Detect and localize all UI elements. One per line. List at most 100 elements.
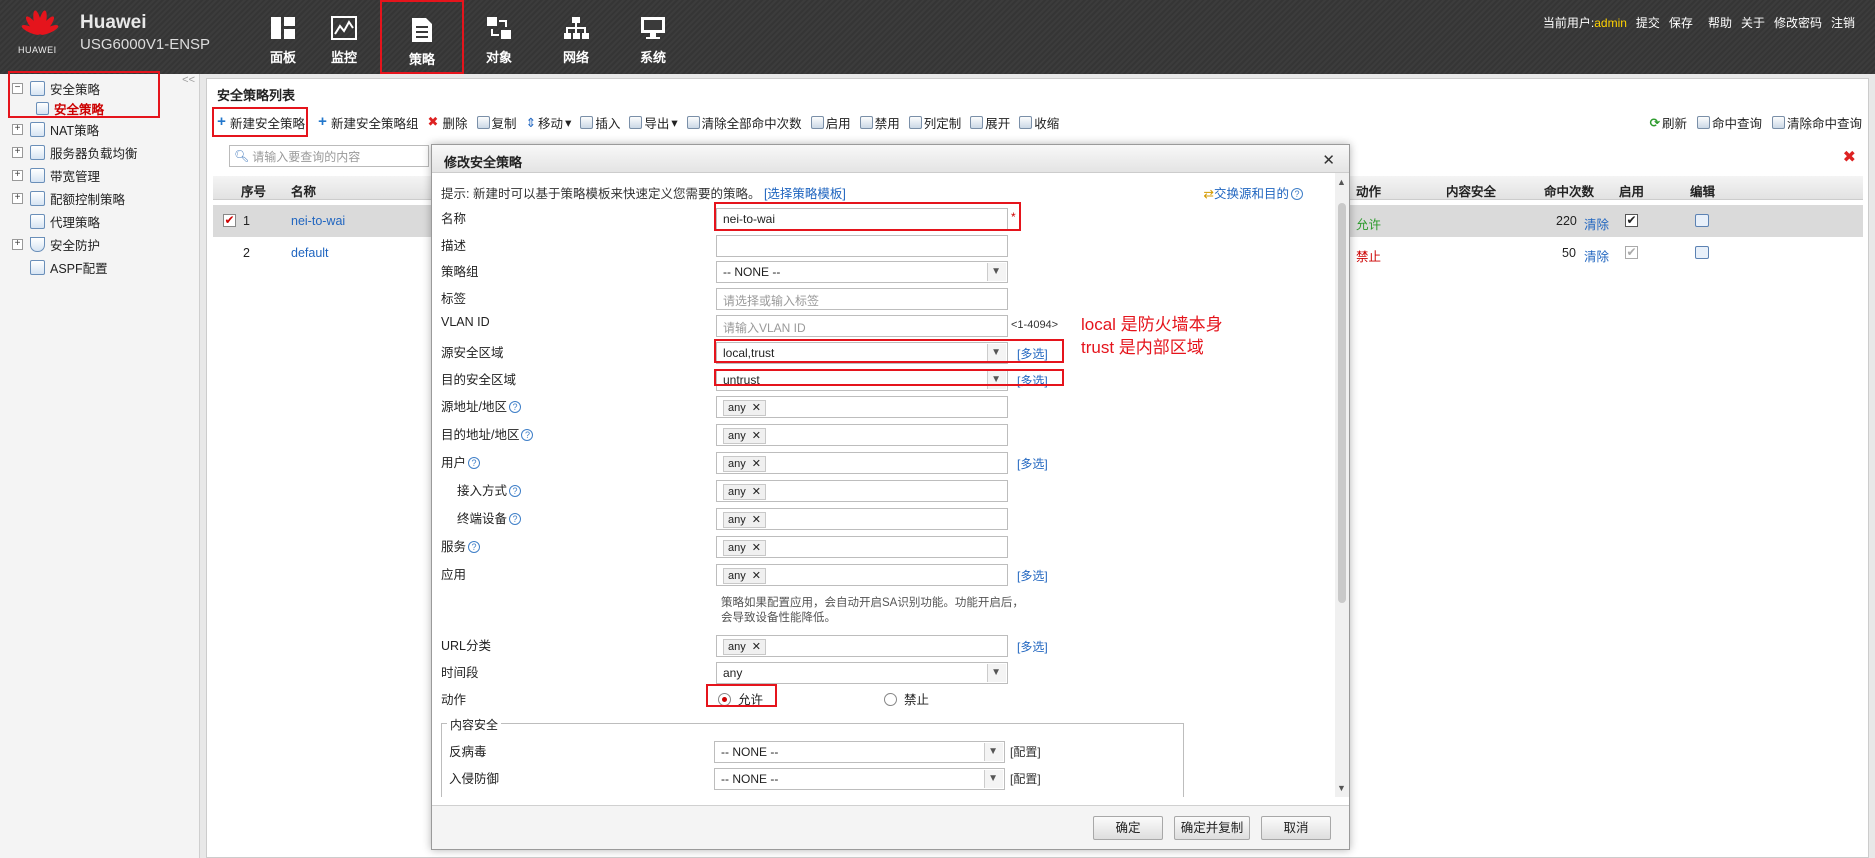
about-link[interactable]: 关于 bbox=[1741, 14, 1765, 31]
col-enable[interactable]: 启用 bbox=[1619, 181, 1644, 200]
nav-policy[interactable]: 策略 bbox=[380, 0, 464, 74]
expand-tree-icon[interactable]: + bbox=[12, 146, 23, 158]
row-checkbox[interactable]: ✔ bbox=[223, 214, 236, 227]
expand-tree-icon[interactable]: + bbox=[12, 169, 23, 181]
access-mode-field[interactable]: any ✕ bbox=[716, 480, 1008, 502]
destination-address-field[interactable]: any ✕ bbox=[716, 424, 1008, 446]
help-icon[interactable]: ? bbox=[1291, 188, 1303, 200]
remove-tag-icon[interactable]: ✕ bbox=[752, 486, 761, 498]
new-policy-group-button[interactable]: + 新建安全策略组 bbox=[316, 113, 418, 132]
help-icon[interactable]: ? bbox=[509, 485, 522, 497]
collapse-tree-icon[interactable]: − bbox=[12, 82, 23, 94]
help-icon[interactable]: ? bbox=[521, 429, 534, 441]
expand-tree-icon[interactable]: + bbox=[12, 123, 23, 135]
col-content-security[interactable]: 内容安全 bbox=[1446, 181, 1496, 200]
application-multiselect-link[interactable]: [多选] bbox=[1017, 567, 1048, 584]
collapse-sidebar-button[interactable]: << bbox=[182, 74, 195, 86]
edit-icon[interactable] bbox=[1695, 214, 1709, 227]
destination-zone-multiselect-link[interactable]: [多选] bbox=[1017, 372, 1048, 389]
col-no[interactable]: 序号 bbox=[241, 181, 266, 200]
edit-icon[interactable] bbox=[1695, 246, 1709, 259]
col-edit[interactable]: 编辑 bbox=[1690, 181, 1715, 200]
url-multiselect-link[interactable]: [多选] bbox=[1017, 638, 1048, 655]
scroll-down-icon[interactable]: ▼ bbox=[1337, 783, 1346, 793]
clear-hits-button[interactable]: 清除全部命中次数 bbox=[686, 113, 802, 132]
enable-checkbox[interactable]: ✔ bbox=[1625, 214, 1638, 227]
sidebar-item-aspf[interactable]: ASPF配置 bbox=[30, 257, 108, 277]
ips-select[interactable]: -- NONE -- ▼ bbox=[714, 768, 1005, 790]
policy-name-link[interactable]: default bbox=[291, 246, 329, 260]
disable-button[interactable]: 禁用 bbox=[859, 113, 900, 132]
scrollbar-thumb[interactable] bbox=[1338, 203, 1346, 603]
sidebar-item-server-lb[interactable]: + 服务器负载均衡 bbox=[12, 142, 138, 162]
remove-tag-icon[interactable]: ✕ bbox=[752, 641, 761, 653]
remove-tag-icon[interactable]: ✕ bbox=[752, 430, 761, 442]
close-icon[interactable]: ✕ bbox=[1322, 151, 1335, 169]
clear-hits-link[interactable]: 清除 bbox=[1584, 246, 1609, 265]
sidebar-item-nat-policy[interactable]: + NAT策略 bbox=[12, 119, 99, 139]
nav-monitor[interactable]: 监控 bbox=[309, 0, 379, 74]
enable-button[interactable]: 启用 bbox=[810, 113, 851, 132]
user-multiselect-link[interactable]: [多选] bbox=[1017, 455, 1048, 472]
action-deny-radio[interactable]: 禁止 bbox=[884, 689, 929, 708]
submit-link[interactable]: 提交 bbox=[1636, 14, 1660, 31]
refresh-button[interactable]: ⟳ 刷新 bbox=[1649, 113, 1687, 132]
expand-tree-icon[interactable]: + bbox=[12, 192, 23, 204]
source-zone-select[interactable]: local,trust ▼ bbox=[716, 342, 1008, 364]
swap-src-dst-link[interactable]: ⇄交换源和目的? bbox=[1204, 183, 1303, 202]
help-icon[interactable]: ? bbox=[509, 513, 522, 525]
source-address-field[interactable]: any ✕ bbox=[716, 396, 1008, 418]
sidebar-item-proxy[interactable]: 代理策略 bbox=[30, 211, 100, 231]
search-input[interactable]: 🔍︎ 请输入要查询的内容 bbox=[229, 145, 429, 167]
remove-tag-icon[interactable]: ✕ bbox=[752, 458, 761, 470]
export-button[interactable]: 导出 ▾ bbox=[629, 113, 678, 132]
sidebar-item-protection[interactable]: + 安全防护 bbox=[12, 234, 100, 254]
col-hits[interactable]: 命中次数 bbox=[1544, 181, 1594, 200]
nav-dashboard[interactable]: 面板 bbox=[248, 0, 318, 74]
expand-button[interactable]: 展开 bbox=[970, 113, 1010, 132]
ok-and-copy-button[interactable]: 确定并复制 bbox=[1174, 816, 1250, 840]
help-link[interactable]: 帮助 bbox=[1708, 14, 1732, 31]
column-custom-button[interactable]: 列定制 bbox=[908, 113, 961, 132]
time-range-select[interactable]: any ▼ bbox=[716, 662, 1008, 684]
col-name[interactable]: 名称 bbox=[291, 181, 316, 200]
action-allow-radio[interactable]: 允许 bbox=[718, 689, 763, 708]
tag-input[interactable]: 请选择或输入标签 bbox=[716, 288, 1008, 310]
source-zone-multiselect-link[interactable]: [多选] bbox=[1017, 345, 1048, 362]
change-password-link[interactable]: 修改密码 bbox=[1774, 14, 1822, 31]
close-search-icon[interactable]: ✖ bbox=[1843, 147, 1856, 167]
service-field[interactable]: any ✕ bbox=[716, 536, 1008, 558]
new-policy-button[interactable]: + 新建安全策略 bbox=[213, 113, 307, 132]
remove-tag-icon[interactable]: ✕ bbox=[752, 402, 761, 414]
sidebar-item-security-policy[interactable]: − 安全策略 bbox=[12, 78, 100, 98]
help-icon[interactable]: ? bbox=[468, 541, 481, 553]
col-action[interactable]: 动作 bbox=[1356, 181, 1381, 200]
remove-tag-icon[interactable]: ✕ bbox=[752, 514, 761, 526]
clear-hits-link[interactable]: 清除 bbox=[1584, 214, 1609, 233]
antivirus-config-link[interactable]: [配置] bbox=[1010, 743, 1041, 760]
application-field[interactable]: any ✕ bbox=[716, 564, 1008, 586]
nav-network[interactable]: 网络 bbox=[541, 0, 611, 74]
collapse-button[interactable]: 收缩 bbox=[1019, 113, 1059, 132]
user-field[interactable]: any ✕ bbox=[716, 452, 1008, 474]
url-category-field[interactable]: any ✕ bbox=[716, 635, 1008, 657]
nav-system[interactable]: 系统 bbox=[618, 0, 688, 74]
description-field[interactable] bbox=[716, 235, 1008, 257]
remove-tag-icon[interactable]: ✕ bbox=[752, 542, 761, 554]
insert-button[interactable]: 插入 bbox=[580, 113, 620, 132]
destination-zone-select[interactable]: untrust ▼ bbox=[716, 369, 1008, 391]
logout-link[interactable]: 注销 bbox=[1831, 14, 1855, 31]
sidebar-item-security-policy-child[interactable]: 安全策略 bbox=[36, 98, 104, 118]
expand-tree-icon[interactable]: + bbox=[12, 238, 23, 250]
dialog-scrollbar[interactable]: ▲ ▼ bbox=[1335, 173, 1349, 797]
cancel-button[interactable]: 取消 bbox=[1261, 816, 1331, 840]
policy-group-select[interactable]: -- NONE -- ▼ bbox=[716, 261, 1008, 283]
ok-button[interactable]: 确定 bbox=[1093, 816, 1163, 840]
terminal-device-field[interactable]: any ✕ bbox=[716, 508, 1008, 530]
select-template-link[interactable]: [选择策略模板] bbox=[764, 187, 846, 201]
delete-button[interactable]: ✖ 删除 bbox=[428, 113, 468, 132]
copy-button[interactable]: 复制 bbox=[476, 113, 517, 132]
policy-name-link[interactable]: nei-to-wai bbox=[291, 214, 345, 228]
ips-config-link[interactable]: [配置] bbox=[1010, 770, 1041, 787]
sidebar-item-bandwidth[interactable]: + 带宽管理 bbox=[12, 165, 100, 185]
